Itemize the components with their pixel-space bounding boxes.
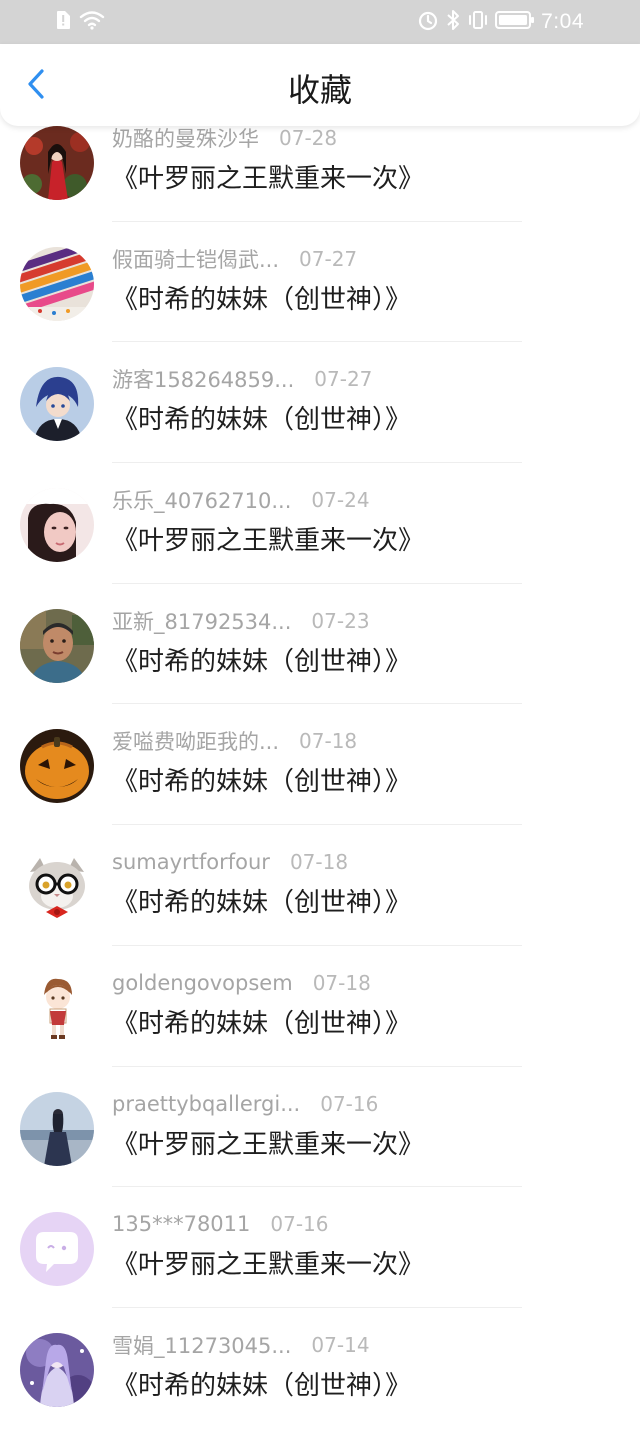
book-title[interactable]: 《叶罗丽之王默重来一次》 xyxy=(112,1127,424,1163)
book-title[interactable]: 《叶罗丽之王默重来一次》 xyxy=(112,1247,424,1283)
bluetooth-icon xyxy=(445,9,461,35)
date: 07-23 xyxy=(311,608,370,633)
avatar xyxy=(20,1332,94,1407)
status-bar: 7:04 xyxy=(0,0,640,44)
date: 07-16 xyxy=(270,1212,329,1237)
username: 135***78011 xyxy=(112,1212,251,1237)
sim-alert-icon xyxy=(55,10,71,34)
item-meta: 亚新_81792534... 07-23 xyxy=(112,606,370,636)
list-item[interactable]: 乐乐_40762710... 07-24 《叶罗丽之王默重来一次》 xyxy=(0,463,640,584)
battery-icon xyxy=(495,10,535,34)
username: 雪娟_11273045... xyxy=(112,1333,292,1358)
avatar xyxy=(20,126,94,200)
item-meta: 假面骑士铠偈武... 07-27 xyxy=(112,244,357,274)
username: 奶酪的曼殊沙华 xyxy=(112,127,259,151)
list-item[interactable]: 游客158264859... 07-27 《时希的妹妹（创世神）》 xyxy=(0,342,640,464)
item-meta: 爱嗌费呦距我的... 07-18 xyxy=(112,726,357,756)
list-item[interactable]: sumayrtforfour 07-18 《时希的妹妹（创世神）》 xyxy=(0,825,640,946)
username: 爱嗌费呦距我的... xyxy=(112,730,280,755)
book-title[interactable]: 《时希的妹妹（创世神）》 xyxy=(112,1368,411,1404)
book-title[interactable]: 《时希的妹妹（创世神）》 xyxy=(112,644,411,680)
list-item[interactable]: 亚新_81792534... 07-23 《时希的妹妹（创世神）》 xyxy=(0,584,640,705)
item-meta: sumayrtforfour 07-18 xyxy=(112,847,348,877)
username: praettybqallergi... xyxy=(112,1091,301,1116)
username: 乐乐_40762710... xyxy=(112,489,292,514)
avatar xyxy=(20,1212,94,1287)
date: 07-27 xyxy=(299,246,358,271)
list-item[interactable]: 假面骑士铠偈武... 07-27 《时希的妹妹（创世神）》 xyxy=(0,222,640,343)
alarm-icon xyxy=(417,9,439,35)
avatar xyxy=(20,729,94,804)
book-title[interactable]: 《叶罗丽之王默重来一次》 xyxy=(112,523,424,559)
date: 07-27 xyxy=(314,367,373,392)
username: 假面骑士铠偈武... xyxy=(112,247,280,272)
avatar xyxy=(20,970,94,1045)
book-title[interactable]: 《时希的妹妹（创世神）》 xyxy=(112,885,411,921)
list-item[interactable]: praettybqallergi... 07-16 《叶罗丽之王默重来一次》 xyxy=(0,1067,640,1188)
avatar xyxy=(20,367,94,442)
username: 亚新_81792534... xyxy=(112,609,292,634)
date: 07-16 xyxy=(320,1091,379,1116)
book-title[interactable]: 《时希的妹妹（创世神）》 xyxy=(112,1006,411,1042)
avatar xyxy=(20,1091,94,1166)
username: sumayrtforfour xyxy=(112,850,270,875)
list-item[interactable]: goldengovopsem 07-18 《时希的妹妹（创世神）》 xyxy=(0,946,640,1067)
app-header: 收藏 xyxy=(0,44,640,126)
status-bar-right: 7:04 xyxy=(417,8,584,36)
list-item[interactable]: 135***78011 07-16 《叶罗丽之王默重来一次》 xyxy=(0,1187,640,1308)
date: 07-14 xyxy=(311,1332,370,1357)
date: 07-18 xyxy=(312,970,371,995)
book-title[interactable]: 《时希的妹妹（创世神）》 xyxy=(112,282,411,318)
item-meta: 135***78011 07-16 xyxy=(112,1209,329,1239)
avatar xyxy=(20,488,94,563)
item-meta: goldengovopsem 07-18 xyxy=(112,968,371,998)
username: 游客158264859... xyxy=(112,368,295,393)
item-meta: 游客158264859... 07-27 xyxy=(112,364,372,394)
item-meta: 雪娟_11273045... 07-14 xyxy=(112,1330,370,1360)
book-title[interactable]: 《时希的妹妹（创世神）》 xyxy=(112,402,411,438)
list-item[interactable]: 雪娟_11273045... 07-14 《时希的妹妹（创世神）》 xyxy=(0,1308,640,1429)
status-bar-left xyxy=(55,10,105,34)
date: 07-28 xyxy=(279,126,338,150)
status-time: 7:04 xyxy=(541,10,584,33)
date: 07-24 xyxy=(311,488,370,513)
list-item[interactable]: 爱嗌费呦距我的... 07-18 《时希的妹妹（创世神）》 xyxy=(0,704,640,826)
book-title[interactable]: 《时希的妹妹（创世神）》 xyxy=(112,764,411,800)
date: 07-18 xyxy=(299,729,358,754)
avatar xyxy=(20,850,94,925)
avatar xyxy=(20,246,94,321)
vibrate-icon xyxy=(467,9,489,35)
item-meta: 奶酪的曼殊沙华 07-28 xyxy=(112,123,337,153)
item-meta: 乐乐_40762710... 07-24 xyxy=(112,485,370,515)
page-title: 收藏 xyxy=(287,71,352,109)
item-meta: praettybqallergi... 07-16 xyxy=(112,1089,378,1119)
book-title[interactable]: 《叶罗丽之王默重来一次》 xyxy=(112,161,424,197)
username: goldengovopsem xyxy=(112,970,293,995)
avatar xyxy=(20,608,94,683)
favorites-list: 奶酪的曼殊沙华 07-28 《叶罗丽之王默重来一次》 假面骑士铠偈武... 07… xyxy=(0,101,640,1429)
date: 07-18 xyxy=(289,850,349,875)
wifi-icon xyxy=(79,10,105,34)
